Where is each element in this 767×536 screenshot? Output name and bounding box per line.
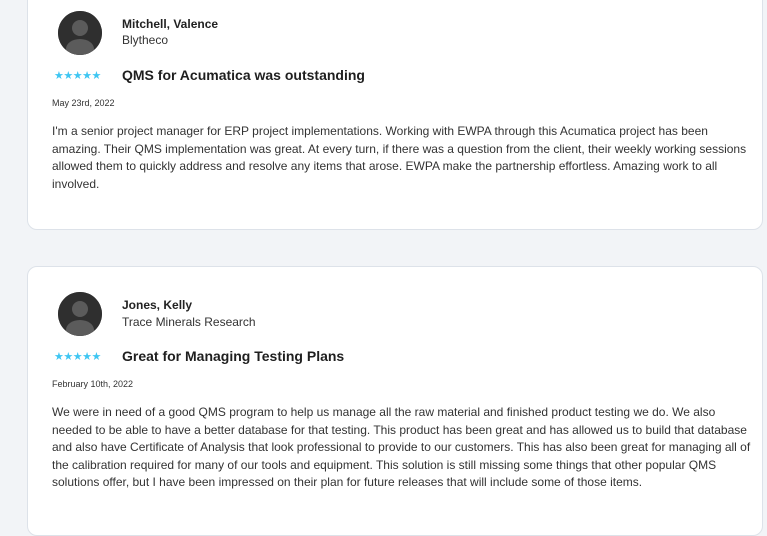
user-avatar-icon [58, 292, 102, 336]
review-body: We were in need of a good QMS program to… [52, 405, 751, 489]
review-body: I'm a senior project manager for ERP pro… [52, 124, 747, 191]
review-date: May 23rd, 2022 [52, 98, 115, 108]
review-date: February 10th, 2022 [52, 379, 134, 389]
reviewer-company: Blytheco [122, 33, 169, 47]
reviewer-name: Jones, Kelly [122, 298, 193, 312]
star-rating-icon: ★★★★★ [54, 351, 101, 363]
avatar [58, 11, 102, 55]
star-rating-icon: ★★★★★ [54, 70, 101, 82]
reviewer-name: Mitchell, Valence [122, 17, 219, 31]
avatar [58, 292, 102, 336]
review-card: Mitchell, Valence Blytheco ★★★★★ QMS for… [27, 0, 763, 230]
review-title: QMS for Acumatica was outstanding [122, 67, 365, 83]
user-avatar-icon [58, 11, 102, 55]
review-card: Jones, Kelly Trace Minerals Research ★★★… [27, 266, 763, 536]
review-title: Great for Managing Testing Plans [122, 348, 345, 364]
reviewer-company: Trace Minerals Research [122, 315, 256, 329]
